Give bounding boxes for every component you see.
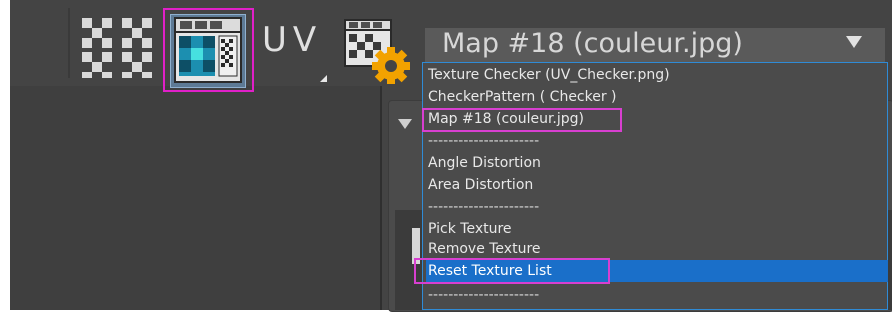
checker-pattern-icon [82, 18, 152, 78]
pane-divider[interactable] [380, 86, 382, 310]
texture-gear-icon [344, 19, 410, 85]
dropdown-item-remove-texture[interactable]: Remove Texture [426, 238, 888, 260]
texture-map-dropdown-value: Map #18 (couleur.jpg) [442, 28, 743, 59]
left-pane [10, 86, 382, 310]
dropdown-item-angle-distortion[interactable]: Angle Distortion [426, 152, 888, 174]
rollout-collapse-icon[interactable] [398, 119, 412, 129]
chevron-down-icon[interactable] [846, 36, 862, 48]
map-18-highlight [422, 108, 622, 132]
texture-settings-button[interactable] [343, 18, 411, 85]
dropdown-item-area-distortion[interactable]: Area Distortion [426, 174, 888, 196]
texture-view-highlight [163, 8, 254, 92]
dropdown-separator: ---------------------- [428, 287, 540, 303]
dropdown-item-pick-texture[interactable]: Pick Texture [426, 218, 888, 240]
reset-texture-list-highlight [414, 258, 610, 284]
dropdown-separator: ---------------------- [428, 199, 540, 215]
dropdown-separator: ---------------------- [428, 133, 540, 149]
dropdown-item-texture-checker[interactable]: Texture Checker (UV_Checker.png) [426, 64, 888, 86]
uv-label: UV [262, 20, 323, 60]
checker-pattern-button[interactable] [82, 18, 158, 78]
flyout-corner-icon [320, 75, 327, 82]
dropdown-item-checker-pattern[interactable]: CheckerPattern ( Checker ) [426, 86, 888, 108]
toolbar-separator [68, 8, 70, 78]
